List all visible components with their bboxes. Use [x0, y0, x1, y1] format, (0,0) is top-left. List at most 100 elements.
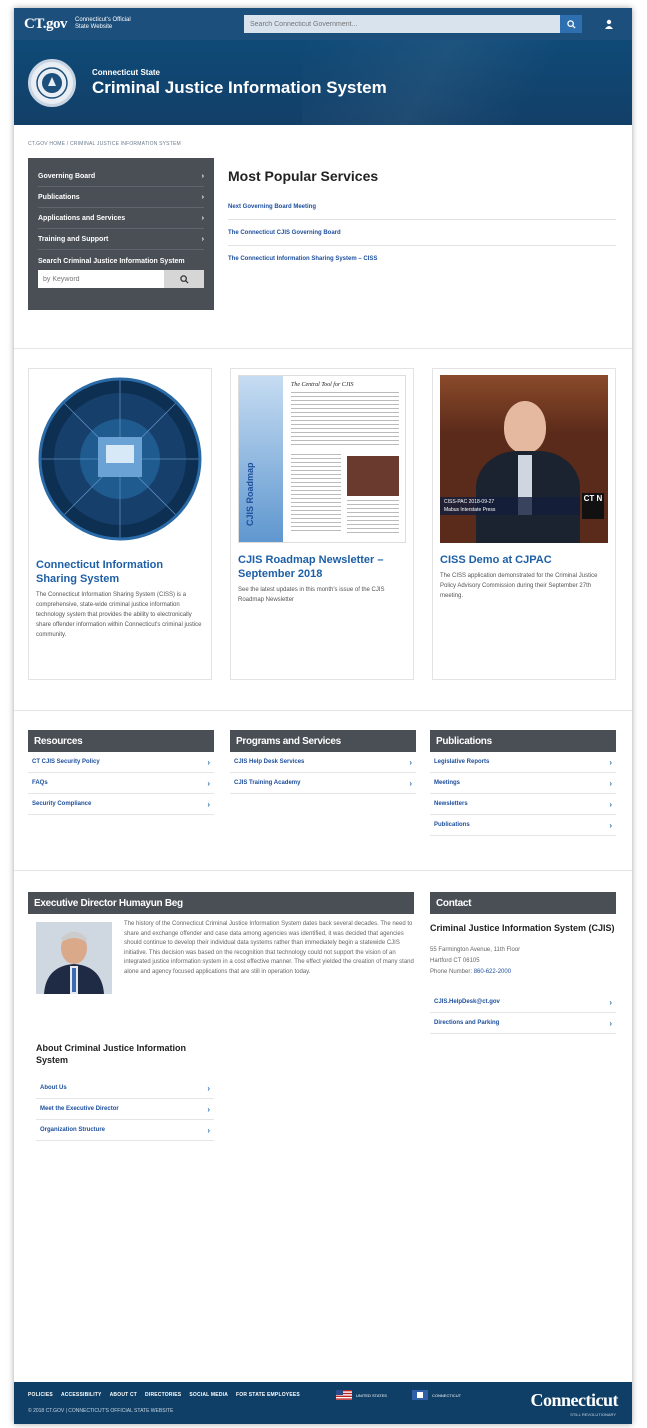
- footer-links: POLICIES ACCESSIBILITY ABOUT CT DIRECTOR…: [28, 1392, 300, 1398]
- agency-title-block: Connecticut State Criminal Justice Infor…: [92, 68, 387, 98]
- section-heading: Contact: [430, 892, 616, 914]
- list-heading: Publications: [430, 730, 616, 752]
- list-link[interactable]: Meetings ›: [430, 773, 616, 794]
- card-title[interactable]: CJIS Roadmap Newsletter – September 2018: [238, 553, 406, 581]
- footer-link[interactable]: SOCIAL MEDIA: [189, 1392, 228, 1398]
- ct-flag-badge[interactable]: CONNECTICUT: [412, 1390, 461, 1400]
- video-caption: CISS-PAC 2018-09-27 Mabus Interstate Pres…: [440, 497, 580, 515]
- global-header: CT.gov Connecticut's Official State Webs…: [14, 8, 632, 40]
- popular-link[interactable]: Next Governing Board Meeting: [228, 194, 616, 220]
- chevron-right-icon: ›: [207, 799, 210, 809]
- list-link-label: Publications: [434, 822, 470, 828]
- list-link[interactable]: Security Compliance ›: [28, 794, 214, 815]
- list-link[interactable]: About Us ›: [36, 1078, 214, 1099]
- video-caption-line: CISS-PAC 2018-09-27: [444, 499, 495, 505]
- chevron-right-icon: ›: [201, 172, 204, 180]
- list-link-label: Security Compliance: [32, 801, 92, 807]
- divider: [14, 348, 632, 349]
- list-heading: Programs and Services: [230, 730, 416, 752]
- nav-item-label: Publications: [38, 193, 80, 201]
- chevron-right-icon: ›: [201, 193, 204, 201]
- list-link-label: Organization Structure: [40, 1127, 106, 1133]
- list-link-label: Meetings: [434, 780, 461, 786]
- footer-tagline: STILL REVOLUTIONARY: [570, 1412, 616, 1417]
- list-link[interactable]: CT CJIS Security Policy ›: [28, 752, 214, 773]
- chevron-right-icon: ›: [409, 778, 412, 788]
- ct-flag-icon: [412, 1390, 428, 1400]
- address-line: 55 Farmington Avenue, 11th Floor: [430, 947, 521, 953]
- about-heading: About Criminal Justice Information Syste…: [36, 1043, 187, 1065]
- list-link[interactable]: CJIS Help Desk Services ›: [230, 752, 416, 773]
- newsletter-cover-image[interactable]: CJIS Roadmap The Central Tool for CJIS: [238, 375, 406, 543]
- popular-link[interactable]: The Connecticut Information Sharing Syst…: [228, 246, 616, 272]
- ciss-diagram-image[interactable]: [36, 375, 204, 543]
- programs-list: Programs and Services CJIS Help Desk Ser…: [230, 730, 416, 794]
- badge-label: UNITED STATES: [356, 1392, 387, 1398]
- contact-org-name: Criminal Justice Information System (CJI…: [430, 923, 615, 933]
- divider: [14, 870, 632, 871]
- video-thumbnail-image[interactable]: CISS-PAC 2018-09-27 Mabus Interstate Pres…: [440, 375, 608, 543]
- us-flag-icon: [336, 1390, 352, 1400]
- agency-title[interactable]: Criminal Justice Information System: [92, 78, 387, 98]
- user-icon[interactable]: [596, 15, 622, 33]
- footer-link[interactable]: DIRECTORIES: [145, 1392, 181, 1398]
- footer-link[interactable]: POLICIES: [28, 1392, 53, 1398]
- nav-item-governing-board[interactable]: Governing Board ›: [38, 166, 204, 187]
- us-flag-badge[interactable]: UNITED STATES: [336, 1390, 387, 1400]
- ctgov-logo[interactable]: CT.gov: [24, 16, 67, 33]
- card-title[interactable]: CISS Demo at CJPAC: [440, 553, 608, 567]
- list-link[interactable]: Organization Structure ›: [36, 1120, 214, 1141]
- global-search: [244, 15, 622, 33]
- search-icon[interactable]: [164, 270, 204, 288]
- chevron-right-icon: ›: [609, 997, 612, 1007]
- state-seal-icon[interactable]: [28, 58, 76, 107]
- list-link[interactable]: Directions and Parking ›: [430, 1013, 616, 1034]
- nav-item-publications[interactable]: Publications ›: [38, 187, 204, 208]
- feature-card[interactable]: CISS-PAC 2018-09-27 Mabus Interstate Pres…: [432, 368, 616, 680]
- ctgov-tagline: Connecticut's Official State Website: [74, 17, 131, 30]
- newsletter-text-block: [291, 454, 341, 534]
- nav-item-label: Applications and Services: [38, 214, 126, 222]
- list-link[interactable]: CJIS.HelpDesk@ct.gov ›: [430, 992, 616, 1013]
- ctn-logo: CT N: [582, 493, 604, 519]
- chevron-right-icon: ›: [207, 1125, 210, 1135]
- phone-line: Phone Number: 860-622-2000: [430, 967, 616, 978]
- chevron-right-icon: ›: [201, 214, 204, 222]
- breadcrumb[interactable]: CT.GOV HOME / CRIMINAL JUSTICE INFORMATI…: [14, 125, 632, 155]
- list-link[interactable]: Publications ›: [430, 815, 616, 836]
- phone-link[interactable]: 860-622-2000: [474, 969, 511, 975]
- list-link-label: About Us: [40, 1085, 67, 1091]
- chevron-right-icon: ›: [409, 757, 412, 767]
- address-line: Hartford CT 06105: [430, 958, 480, 964]
- search-icon[interactable]: [560, 15, 582, 33]
- footer-link[interactable]: ABOUT CT: [110, 1392, 137, 1398]
- video-caption-line: Mabus Interstate Press: [444, 507, 496, 513]
- list-link-label: FAQs: [32, 780, 48, 786]
- list-link[interactable]: Newsletters ›: [430, 794, 616, 815]
- nav-item-training[interactable]: Training and Support ›: [38, 229, 204, 250]
- card-title[interactable]: Connecticut Information Sharing System: [36, 558, 204, 586]
- site-search-input[interactable]: [38, 270, 164, 288]
- chevron-right-icon: ›: [207, 778, 210, 788]
- chevron-right-icon: ›: [207, 1083, 210, 1093]
- section-nav: Governing Board › Publications › Applicati…: [28, 158, 214, 310]
- nav-item-applications[interactable]: Applications and Services ›: [38, 208, 204, 229]
- speaker-head: [504, 401, 546, 453]
- newsletter-spine-text: CJIS Roadmap: [245, 462, 255, 526]
- list-heading: Resources: [28, 730, 214, 752]
- list-link[interactable]: Legislative Reports ›: [430, 752, 616, 773]
- site-search: [38, 270, 204, 288]
- list-link[interactable]: Meet the Executive Director ›: [36, 1099, 214, 1120]
- list-link[interactable]: FAQs ›: [28, 773, 214, 794]
- connecticut-logo[interactable]: Connecticut: [531, 1390, 619, 1411]
- list-link[interactable]: CJIS Training Academy ›: [230, 773, 416, 794]
- phone-label: Phone Number:: [430, 969, 473, 975]
- nav-item-label: Governing Board: [38, 172, 96, 180]
- global-search-input[interactable]: [244, 15, 560, 33]
- popular-link[interactable]: The Connecticut CJIS Governing Board: [228, 220, 616, 246]
- footer-link[interactable]: ACCESSIBILITY: [61, 1392, 102, 1398]
- footer-link[interactable]: FOR STATE EMPLOYEES: [236, 1392, 300, 1398]
- chevron-right-icon: ›: [609, 778, 612, 788]
- feature-card[interactable]: Connecticut Information Sharing System T…: [28, 368, 212, 680]
- feature-card[interactable]: CJIS Roadmap The Central Tool for CJIS C…: [230, 368, 414, 680]
